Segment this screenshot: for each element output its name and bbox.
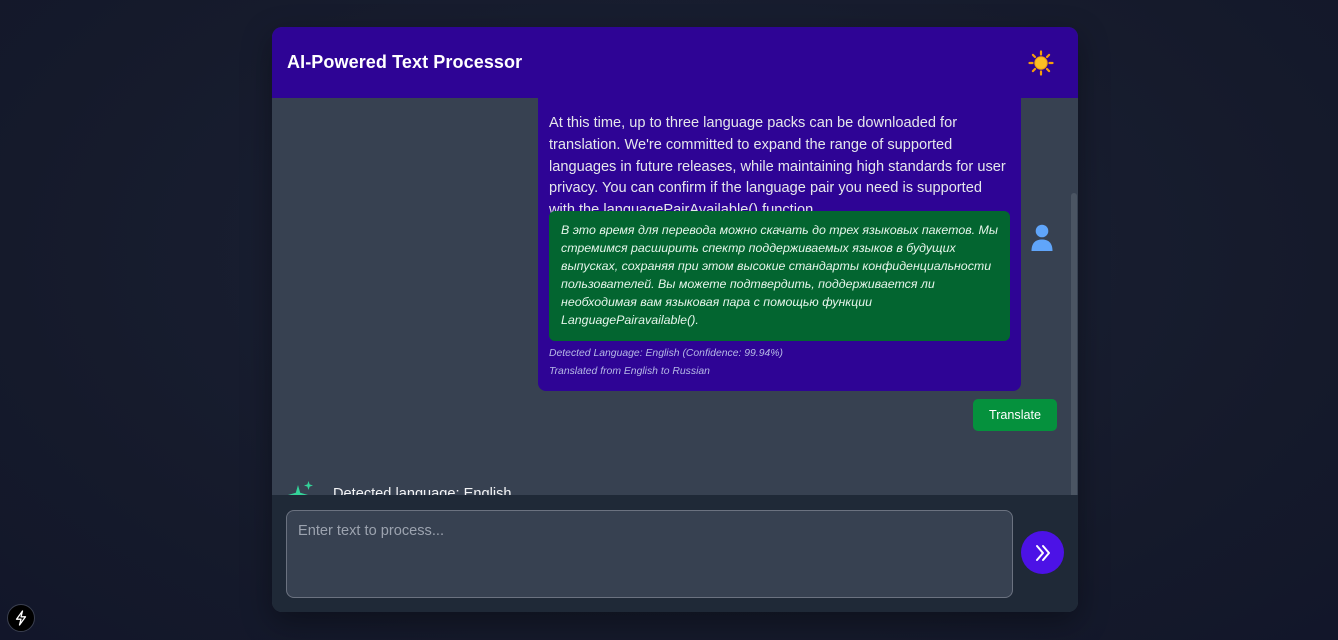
detected-language-meta: Detected Language: English (Confidence: …: [549, 348, 783, 359]
translation-result: В это время для перевода можно скачать д…: [549, 211, 1010, 341]
composer: [272, 495, 1078, 612]
text-input[interactable]: [286, 510, 1013, 598]
dev-tools-badge[interactable]: [7, 604, 35, 632]
translate-button[interactable]: Translate: [973, 399, 1057, 431]
theme-toggle-button[interactable]: [1026, 48, 1056, 78]
send-button[interactable]: [1021, 531, 1064, 574]
chat-scrollbar[interactable]: [1071, 193, 1077, 495]
translation-text: В это время для перевода можно скачать д…: [561, 223, 998, 327]
app-window: AI-Powered Text Processor At this time, …: [272, 27, 1078, 612]
user-avatar: [1029, 223, 1055, 253]
double-chevron-right-icon: [1035, 544, 1050, 561]
chat-area[interactable]: At this time, up to three language packs…: [272, 98, 1078, 495]
translated-from-meta: Translated from English to Russian: [549, 366, 710, 377]
app-title: AI-Powered Text Processor: [287, 52, 523, 72]
user-message-text: At this time, up to three language packs…: [549, 115, 1006, 218]
user-message-bubble: At this time, up to three language packs…: [538, 98, 1021, 391]
user-icon: [1031, 224, 1053, 251]
sparkles-icon: [288, 481, 313, 495]
ai-message-text: Detected language: English: [333, 486, 512, 495]
lightning-icon: [15, 610, 27, 626]
ai-message: Detected language: English: [287, 479, 512, 495]
app-header: AI-Powered Text Processor: [272, 27, 1078, 98]
sun-icon: [1028, 49, 1054, 76]
